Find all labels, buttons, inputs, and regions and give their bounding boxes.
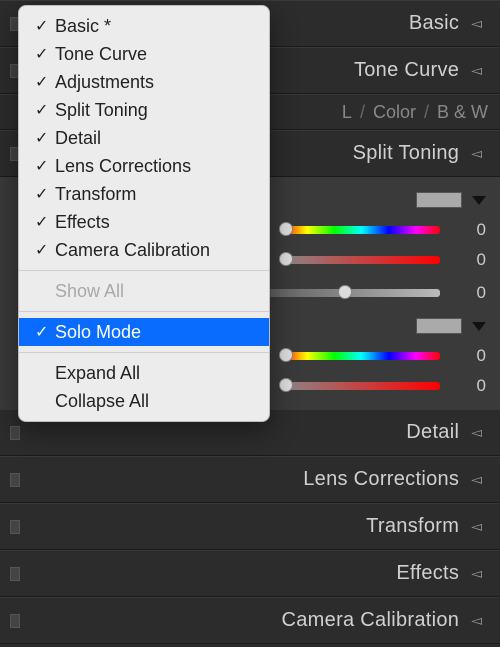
panel-title: Camera Calibration	[282, 609, 460, 632]
menu-item-adjustments[interactable]: ✓ Adjustments	[19, 68, 269, 96]
panel-context-menu: ✓ Basic * ✓ Tone Curve ✓ Adjustments ✓ S…	[18, 5, 270, 422]
check-icon: ✓	[35, 128, 55, 148]
menu-item-tone-curve[interactable]: ✓ Tone Curve	[19, 40, 269, 68]
panel-title: Basic	[409, 12, 459, 35]
menu-separator	[19, 311, 269, 312]
menu-separator	[19, 352, 269, 353]
menu-label: Camera Calibration	[55, 240, 253, 261]
check-icon: ✓	[35, 240, 55, 260]
panel-header-transform[interactable]: Transform ◅	[0, 503, 500, 550]
check-icon: ✓	[35, 156, 55, 176]
disclosure-icon[interactable]: ◅	[471, 518, 482, 535]
menu-item-lens-corrections[interactable]: ✓ Lens Corrections	[19, 152, 269, 180]
panel-title: Detail	[406, 421, 459, 444]
menu-label: Expand All	[55, 363, 253, 384]
menu-item-effects[interactable]: ✓ Effects	[19, 208, 269, 236]
disclosure-icon[interactable]: ◅	[471, 15, 482, 32]
menu-item-detail[interactable]: ✓ Detail	[19, 124, 269, 152]
tab-bw[interactable]: B & W	[437, 102, 488, 123]
menu-label: Lens Corrections	[55, 156, 253, 177]
disclosure-icon[interactable]: ◅	[471, 62, 482, 79]
panel-title: Split Toning	[353, 142, 460, 165]
menu-label: Adjustments	[55, 72, 253, 93]
menu-label: Basic *	[55, 16, 253, 37]
check-icon: ✓	[35, 322, 55, 342]
panel-title: Transform	[366, 515, 459, 538]
panel-header-effects[interactable]: Effects ◅	[0, 550, 500, 597]
panel-switch-icon[interactable]	[10, 614, 20, 628]
hue-slider[interactable]	[280, 352, 440, 360]
panel-header-camera-calibration[interactable]: Camera Calibration ◅	[0, 597, 500, 644]
tab-color[interactable]: Color	[373, 102, 416, 123]
panel-switch-icon[interactable]	[10, 426, 20, 440]
disclosure-icon[interactable]: ◅	[471, 424, 482, 441]
menu-item-expand-all[interactable]: Expand All	[19, 359, 269, 387]
menu-item-camera-calibration[interactable]: ✓ Camera Calibration	[19, 236, 269, 264]
hue-value[interactable]: 0	[466, 346, 486, 366]
disclosure-icon[interactable]: ◅	[471, 612, 482, 629]
menu-item-collapse-all[interactable]: Collapse All	[19, 387, 269, 415]
panel-switch-icon[interactable]	[10, 567, 20, 581]
balance-slider[interactable]	[250, 289, 440, 297]
chevron-down-icon[interactable]	[472, 322, 486, 331]
tab-hsl[interactable]: L	[342, 102, 352, 123]
menu-item-basic[interactable]: ✓ Basic *	[19, 12, 269, 40]
check-icon: ✓	[35, 44, 55, 64]
menu-label: Collapse All	[55, 391, 253, 412]
menu-item-solo-mode[interactable]: ✓ Solo Mode	[19, 318, 269, 346]
slider-handle[interactable]	[279, 222, 293, 236]
menu-item-split-toning[interactable]: ✓ Split Toning	[19, 96, 269, 124]
hue-slider[interactable]	[280, 226, 440, 234]
check-icon: ✓	[35, 184, 55, 204]
check-icon: ✓	[35, 212, 55, 232]
panel-title: Lens Corrections	[303, 468, 459, 491]
menu-item-transform[interactable]: ✓ Transform	[19, 180, 269, 208]
saturation-slider[interactable]	[280, 256, 440, 264]
check-icon: ✓	[35, 16, 55, 36]
panel-switch-icon[interactable]	[10, 473, 20, 487]
hue-value[interactable]: 0	[466, 220, 486, 240]
disclosure-icon[interactable]: ◅	[471, 145, 482, 162]
balance-value[interactable]: 0	[466, 283, 486, 303]
menu-label: Solo Mode	[55, 322, 253, 343]
slider-handle[interactable]	[279, 378, 293, 392]
slider-handle[interactable]	[279, 252, 293, 266]
menu-item-show-all[interactable]: Show All	[19, 277, 269, 305]
panel-switch-icon[interactable]	[10, 520, 20, 534]
disclosure-icon[interactable]: ◅	[471, 471, 482, 488]
chevron-down-icon[interactable]	[472, 196, 486, 205]
menu-label: Split Toning	[55, 100, 253, 121]
sat-value[interactable]: 0	[466, 376, 486, 396]
menu-label: Transform	[55, 184, 253, 205]
check-icon: ✓	[35, 72, 55, 92]
menu-label: Tone Curve	[55, 44, 253, 65]
menu-label: Show All	[55, 281, 253, 302]
sat-value[interactable]: 0	[466, 250, 486, 270]
menu-separator	[19, 270, 269, 271]
shadows-swatch[interactable]	[416, 318, 462, 334]
check-icon: ✓	[35, 100, 55, 120]
tab-separator: /	[424, 102, 429, 123]
tab-separator: /	[360, 102, 365, 123]
menu-label: Effects	[55, 212, 253, 233]
saturation-slider[interactable]	[280, 382, 440, 390]
slider-handle[interactable]	[279, 348, 293, 362]
panel-title: Effects	[396, 562, 459, 585]
panel-title: Tone Curve	[354, 59, 459, 82]
panel-header-lens-corrections[interactable]: Lens Corrections ◅	[0, 456, 500, 503]
disclosure-icon[interactable]: ◅	[471, 565, 482, 582]
slider-handle[interactable]	[338, 285, 352, 299]
highlights-swatch[interactable]	[416, 192, 462, 208]
menu-label: Detail	[55, 128, 253, 149]
